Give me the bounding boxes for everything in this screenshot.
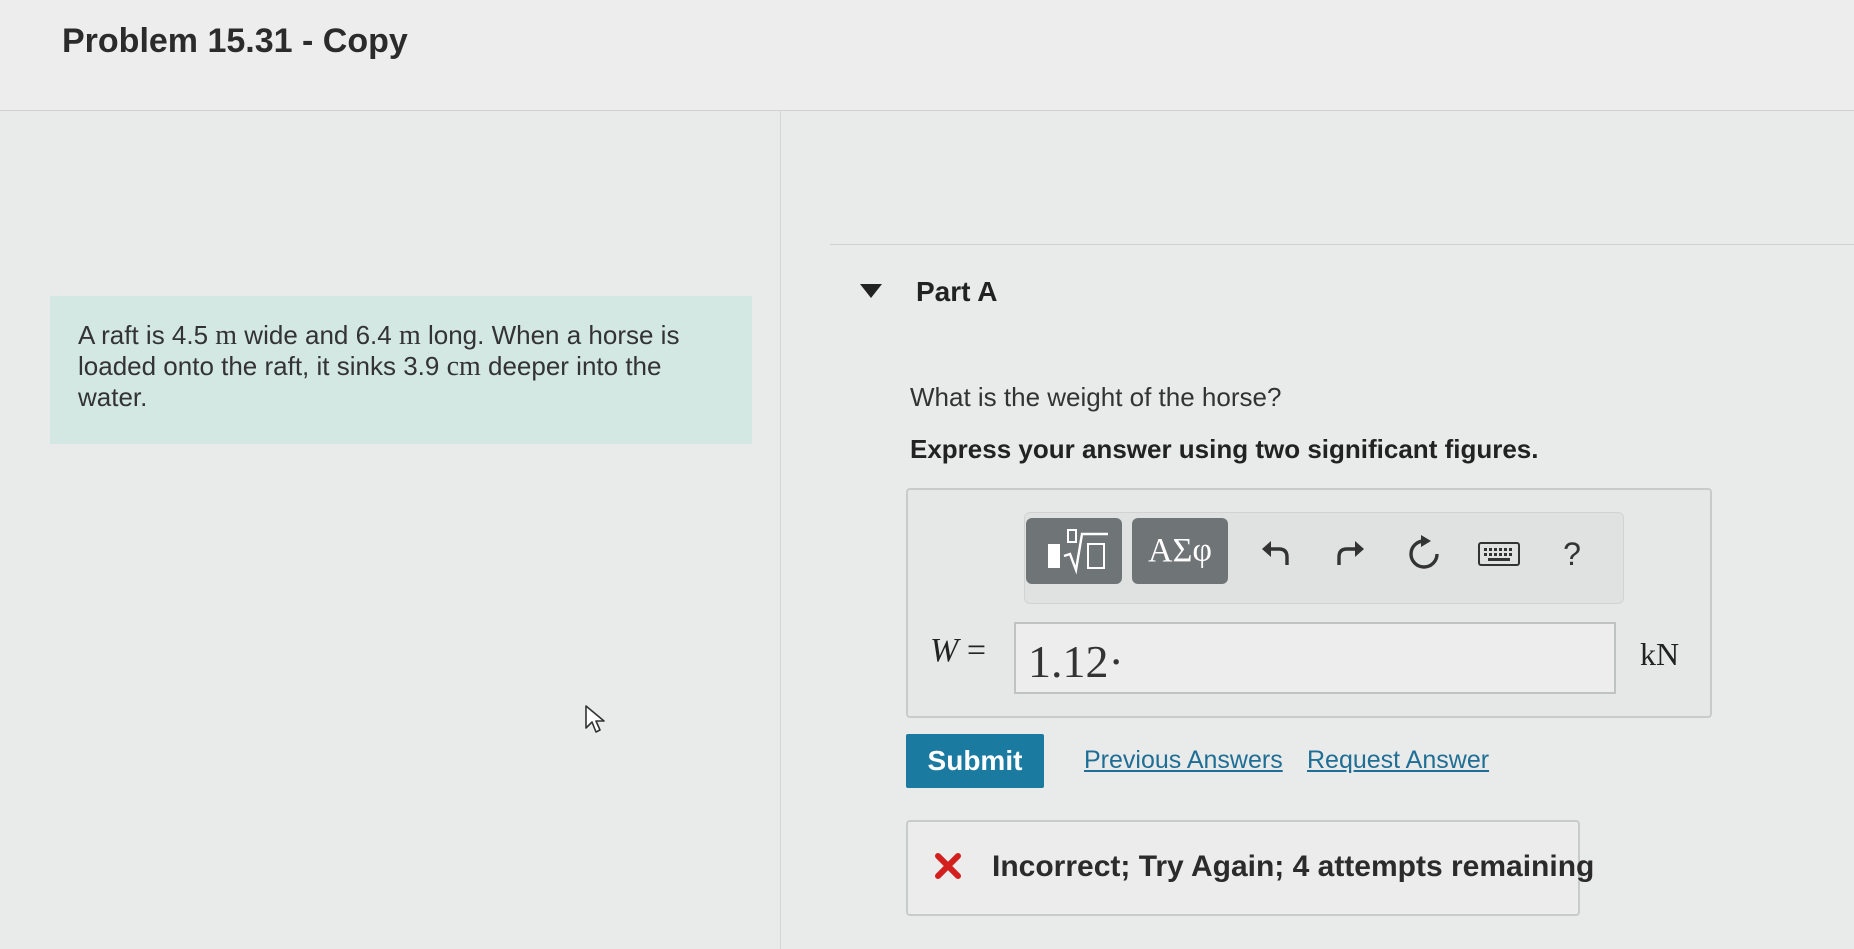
problem-line-3: water. — [78, 382, 148, 412]
answer-input[interactable] — [1014, 622, 1616, 694]
problem-text: A raft is 4.5 — [78, 320, 216, 350]
unit-m: m — [215, 320, 238, 351]
problem-text: wide and 6.4 — [237, 320, 399, 350]
reset-icon[interactable] — [1404, 534, 1444, 574]
part-label[interactable]: Part A — [916, 276, 997, 308]
answer-variable-label: W = — [930, 632, 986, 670]
page-title: Problem 15.31 - Copy — [62, 22, 408, 60]
previous-answers-link[interactable]: Previous Answers — [1084, 746, 1283, 775]
templates-button[interactable] — [1026, 518, 1122, 584]
part-divider — [830, 244, 1854, 245]
feedback-text: Incorrect; Try Again; 4 attempts remaini… — [992, 850, 1595, 883]
templates-sqrt-icon — [1048, 529, 1108, 575]
problem-statement: A raft is 4.5 m wide and 6.4 m long. Whe… — [50, 296, 752, 444]
instruction-text: Express your answer using two significan… — [910, 434, 1539, 464]
column-divider — [780, 110, 781, 949]
answer-unit: kN — [1640, 636, 1680, 672]
undo-icon[interactable] — [1256, 534, 1296, 574]
redo-icon[interactable] — [1330, 534, 1370, 574]
equals-sign: = — [966, 632, 987, 669]
help-button[interactable]: ? — [1552, 534, 1592, 574]
problem-line-1: A raft is 4.5 m wide and 6.4 m long. Whe… — [78, 320, 724, 351]
request-answer-link[interactable]: Request Answer — [1307, 746, 1489, 775]
problem-line-2: loaded onto the raft, it sinks 3.9 cm de… — [78, 351, 724, 382]
variable-symbol: W — [930, 632, 959, 669]
collapse-triangle-icon[interactable] — [858, 282, 884, 300]
keyboard-icon[interactable] — [1476, 534, 1522, 574]
greek-symbols-button[interactable]: ΑΣφ — [1132, 518, 1228, 584]
problem-text: long. When a horse is — [420, 320, 680, 350]
unit-cm: cm — [446, 351, 481, 382]
submit-button[interactable]: Submit — [906, 734, 1044, 788]
mouse-cursor-icon — [585, 705, 605, 733]
problem-text: loaded onto the raft, it sinks 3.9 — [78, 351, 447, 381]
x-mark-icon — [935, 853, 961, 879]
header-band: Problem 15.31 - Copy — [0, 0, 1854, 111]
question-text: What is the weight of the horse? — [910, 382, 1282, 412]
problem-text: deeper into the — [480, 351, 662, 381]
unit-m: m — [398, 320, 421, 351]
